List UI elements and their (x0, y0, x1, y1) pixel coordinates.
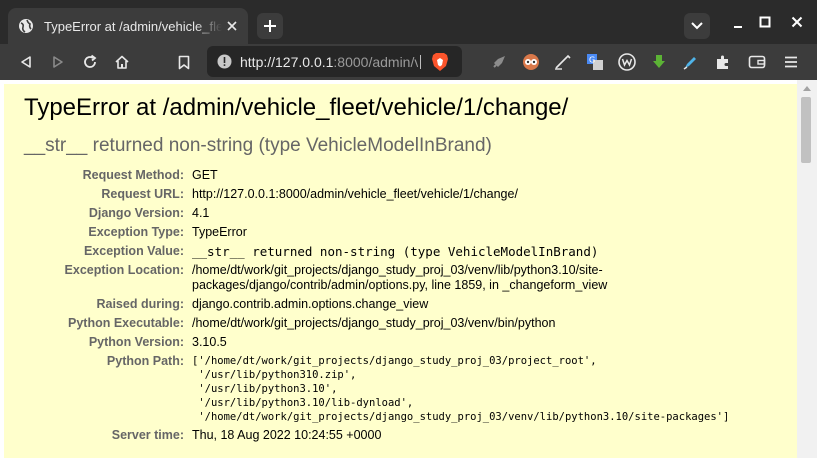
request-url-label: Request URL: (101, 187, 184, 201)
python-executable-label: Python Executable: (68, 316, 184, 330)
brave-lion-icon[interactable] (431, 52, 449, 72)
minimize-icon[interactable] (726, 10, 750, 34)
site-info-icon[interactable] (217, 54, 232, 69)
exception-location-label: Exception Location: (64, 263, 184, 277)
download-extension-icon[interactable] (647, 50, 671, 74)
python-path-entry: '/usr/lib/python3.10/lib-dynload', (192, 397, 414, 409)
exception-type-label: Exception Type: (88, 225, 184, 239)
server-time-label: Server time: (111, 428, 184, 442)
python-path-entry: ['/home/dt/work/git_projects/django_stud… (192, 355, 597, 367)
address-bar[interactable]: http://127.0.0.1:8000/admin/vehicle_flee… (207, 46, 462, 77)
scroll-up-arrow-icon[interactable] (803, 86, 811, 91)
tab-strip: TypeError at /admin/vehicle_fleet/vehicl… (0, 0, 817, 44)
scrollbar-thumb[interactable] (801, 97, 811, 163)
tab-close-icon[interactable] (224, 18, 240, 34)
python-path-entry: '/usr/lib/python310.zip', (192, 369, 357, 381)
table-row: Exception Value: __str__ returned non-st… (24, 244, 792, 263)
python-executable-value: /home/dt/work/git_projects/django_study_… (192, 316, 556, 330)
w-extension-icon[interactable] (615, 50, 639, 74)
reload-icon[interactable] (78, 50, 102, 74)
exception-value-value: __str__ returned non-string (type Vehicl… (192, 244, 599, 259)
server-time-value: Thu, 18 Aug 2022 10:24:55 +0000 (192, 428, 382, 442)
globe-icon (18, 18, 34, 34)
exception-location-value: /home/dt/work/git_projects/django_study_… (192, 263, 792, 297)
raised-during-label: Raised during: (96, 297, 184, 311)
highlighter-extension-icon[interactable] (679, 50, 703, 74)
django-version-value: 4.1 (192, 206, 210, 220)
raised-during-value: django.contrib.admin.options.change_view (192, 297, 429, 311)
error-subtitle: __str__ returned non-string (type Vehicl… (24, 135, 492, 156)
browser-toolbar: http://127.0.0.1:8000/admin/vehicle_flee… (0, 44, 817, 80)
vertical-scrollbar[interactable] (797, 80, 817, 458)
new-tab-button[interactable] (257, 13, 283, 39)
home-icon[interactable] (110, 50, 134, 74)
request-method-label: Request Method: (82, 168, 184, 182)
url-text[interactable]: http://127.0.0.1:8000/admin/vehicle_flee… (240, 54, 418, 70)
exception-type-value: TypeError (192, 225, 247, 239)
tab-search-chevron-icon[interactable] (684, 13, 710, 39)
table-row: Request Method: GET (24, 168, 792, 187)
rocket-extension-icon[interactable] (487, 50, 511, 74)
forward-icon[interactable] (46, 50, 70, 74)
request-meta-table: Request Method: GET Request URL: http://… (24, 168, 792, 447)
python-version-label: Python Version: (88, 335, 184, 349)
owl-extension-icon[interactable] (519, 50, 543, 74)
url-separator (420, 55, 421, 69)
request-method-value: GET (192, 168, 218, 182)
exception-location-line: /home/dt/work/git_projects/django_study_… (192, 263, 603, 277)
back-icon[interactable] (14, 50, 38, 74)
table-row: Python Version: 3.10.5 (24, 335, 792, 354)
table-row: Exception Type: TypeError (24, 225, 792, 244)
tab-title: TypeError at /admin/vehicle_fleet/vehicl… (44, 18, 222, 34)
active-tab[interactable]: TypeError at /admin/vehicle_fleet/vehicl… (8, 8, 248, 44)
table-row: Python Executable: /home/dt/work/git_pro… (24, 316, 792, 335)
python-version-value: 3.10.5 (192, 335, 227, 349)
error-summary: TypeError at /admin/vehicle_fleet/vehicl… (4, 84, 797, 458)
puzzle-extensions-icon[interactable] (711, 50, 735, 74)
request-url-value: http://127.0.0.1:8000/admin/vehicle_flee… (192, 187, 518, 201)
bookmark-icon[interactable] (172, 50, 196, 74)
table-row: Raised during: django.contrib.admin.opti… (24, 297, 792, 316)
svg-text:G: G (589, 56, 595, 65)
python-path-label: Python Path: (106, 354, 184, 368)
url-path: :8000/admin/vehicle_fleet/vehicle/1/chan… (333, 54, 418, 70)
table-row: Request URL: http://127.0.0.1:8000/admin… (24, 187, 792, 206)
error-title: TypeError at /admin/vehicle_fleet/vehicl… (24, 94, 569, 121)
menu-icon[interactable] (779, 50, 803, 74)
exception-value-label: Exception Value: (83, 244, 184, 258)
django-version-label: Django Version: (88, 206, 184, 220)
translate-extension-icon[interactable]: G (583, 50, 607, 74)
table-row: Python Path: ['/home/dt/work/git_project… (24, 354, 792, 428)
feather-extension-icon[interactable] (551, 50, 575, 74)
exception-location-line: packages/django/contrib/admin/options.py… (192, 278, 608, 292)
url-host: http://127.0.0.1 (240, 54, 334, 70)
close-window-icon[interactable] (785, 10, 809, 34)
table-row: Server time: Thu, 18 Aug 2022 10:24:55 +… (24, 428, 792, 447)
table-row: Django Version: 4.1 (24, 206, 792, 225)
python-path-entry: '/home/dt/work/git_projects/django_study… (192, 411, 730, 423)
page-viewport: TypeError at /admin/vehicle_fleet/vehicl… (0, 80, 817, 458)
wallet-icon[interactable] (745, 50, 769, 74)
maximize-icon[interactable] (753, 10, 777, 34)
table-row: Exception Location: /home/dt/work/git_pr… (24, 263, 792, 297)
python-path-entry: '/usr/lib/python3.10', (192, 383, 338, 395)
python-path-value: ['/home/dt/work/git_projects/django_stud… (192, 354, 792, 428)
